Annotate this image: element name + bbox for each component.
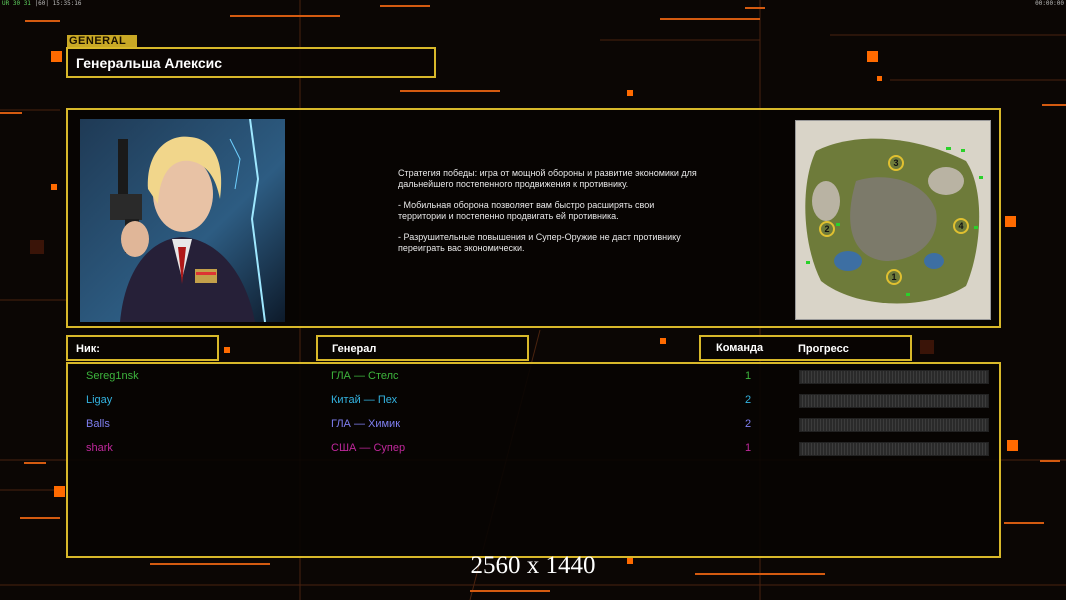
general-name-box: Генеральша Алексис <box>66 47 436 78</box>
player-row: Sereg1nsk ГЛА — Стелс 1 <box>68 368 999 384</box>
general-portrait <box>80 119 285 322</box>
player-progress-bar <box>799 442 989 456</box>
resolution-label: 2560 x 1440 <box>470 552 596 579</box>
nick-header-label: Ник: <box>76 343 100 355</box>
start-position-label: 2 <box>824 224 829 234</box>
strategy-description: Стратегия победы: игра от мощной обороны… <box>398 168 698 264</box>
description-paragraph: - Мобильная оборона позволяет вам быстро… <box>398 200 655 221</box>
player-team: 1 <box>745 442 752 454</box>
player-general: США — Супер <box>331 442 406 454</box>
fps-values: 30 31 <box>12 0 31 7</box>
player-team: 2 <box>745 394 752 406</box>
team-progress-column-header: Команда Прогресс <box>699 335 912 361</box>
player-row: shark США — Супер 1 <box>68 440 999 456</box>
player-list: Sereg1nsk ГЛА — Стелс 1 Ligay Китай — Пе… <box>66 362 1001 558</box>
general-tag: GENERAL <box>67 35 137 47</box>
player-team: 1 <box>745 370 752 382</box>
general-column-header: Генерал <box>316 335 529 361</box>
start-position-label: 3 <box>893 158 898 168</box>
player-nick: Ligay <box>86 394 113 406</box>
player-general: ГЛА — Стелс <box>331 370 399 382</box>
start-position-label: 4 <box>958 221 963 231</box>
player-nick: Balls <box>86 418 110 430</box>
general-name: Генеральша Алексис <box>76 55 223 71</box>
general-info-panel: Стратегия победы: игра от мощной обороны… <box>66 108 1001 328</box>
player-nick: shark <box>86 442 113 454</box>
player-progress-bar <box>799 370 989 384</box>
player-progress-bar <box>799 418 989 432</box>
player-row: Balls ГЛА — Химик 2 <box>68 416 999 432</box>
clock: 15:35:16 <box>52 0 82 7</box>
player-team: 2 <box>745 418 752 430</box>
general-header-label: Генерал <box>332 343 377 355</box>
game-timer: 00:00:00 <box>1035 0 1064 7</box>
ping-value: |60| <box>34 0 49 7</box>
description-paragraph: Стратегия победы: игра от мощной обороны… <box>398 168 697 189</box>
start-position-label: 1 <box>891 272 896 282</box>
status-bar: UR 30 31 |60| 15:35:16 00:00:00 <box>0 0 1066 8</box>
team-header-label: Команда <box>716 342 764 354</box>
description-paragraph: - Разрушительные повышения и Супер-Оружи… <box>398 232 681 253</box>
player-general: Китай — Пех <box>331 394 398 406</box>
nick-column-header: Ник: <box>66 335 219 361</box>
minimap: 3 2 4 1 <box>795 120 991 320</box>
player-general: ГЛА — Химик <box>331 418 401 430</box>
player-nick: Sereg1nsk <box>86 370 139 382</box>
progress-header-label: Прогресс <box>798 343 849 355</box>
fps-label: UR <box>2 0 10 7</box>
player-progress-bar <box>799 394 989 408</box>
player-row: Ligay Китай — Пех 2 <box>68 392 999 408</box>
